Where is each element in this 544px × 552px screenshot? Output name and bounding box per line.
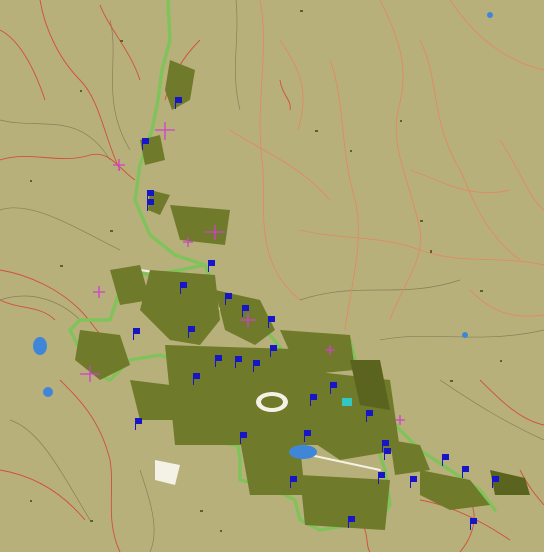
water-pond-icon xyxy=(289,445,317,459)
water-pond-icon xyxy=(33,337,47,355)
water-pond-icon xyxy=(487,12,493,18)
map-viewport[interactable] xyxy=(0,0,544,552)
plaza xyxy=(342,398,352,406)
town-map[interactable] xyxy=(0,0,544,552)
stadium xyxy=(256,392,288,412)
water-pond-icon xyxy=(462,332,468,338)
water-pond-icon xyxy=(43,387,53,397)
